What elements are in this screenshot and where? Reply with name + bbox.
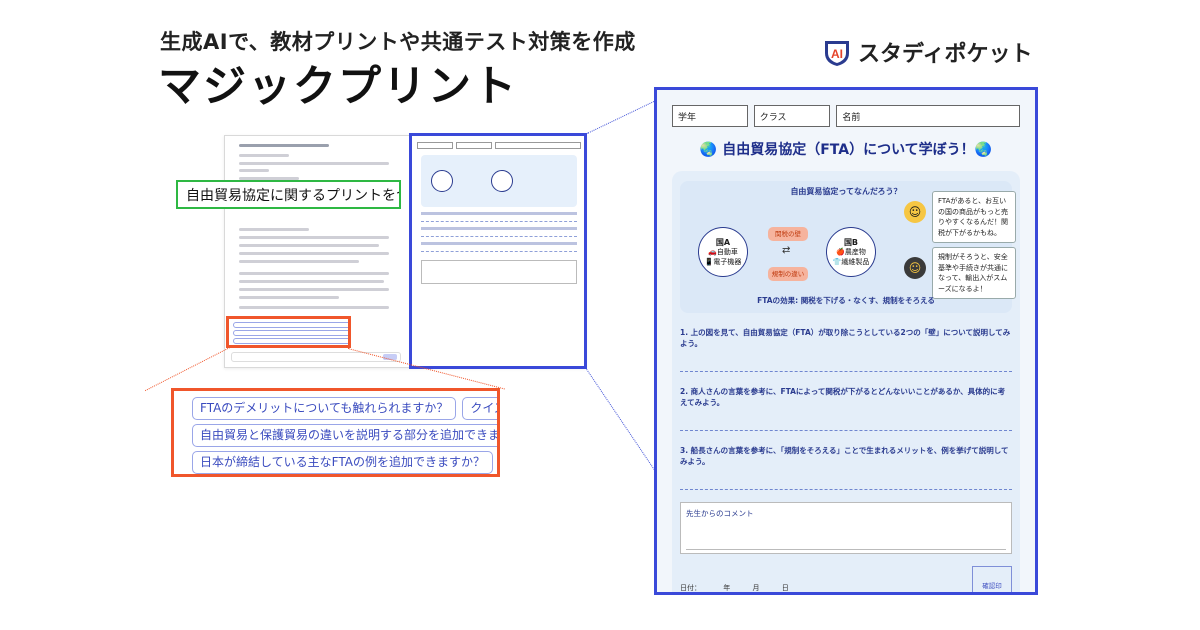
teacher-comment-box[interactable]: 先生からのコメント — [680, 502, 1012, 554]
country-b-item: 🍎農産物 — [836, 248, 866, 257]
confirmation-stamp-box: 確認印 — [972, 566, 1012, 592]
brand: AI スタディポケット — [822, 36, 1032, 68]
merchant-face-icon: ☺ — [904, 201, 926, 223]
prompt-input-text: 自由貿易協定に関するプリントをつくって — [186, 187, 399, 204]
answer-line-2[interactable] — [680, 430, 1012, 431]
fta-effect-caption: FTAの効果: 関税を下げる・なくす、規制をそろえる — [757, 296, 935, 305]
suggestion-chip[interactable]: FTAのデメリットについても触れられますか？ — [192, 397, 457, 420]
answer-line-3[interactable] — [680, 489, 1012, 490]
tariff-barrier-tag: 関税の壁 — [768, 227, 808, 241]
question-1: 1. 上の図を見て、自由貿易協定（FTA）が取り除こうとしている2つの「壁」につ… — [680, 328, 1011, 348]
prompt-input-callout[interactable]: 自由貿易協定に関するプリントをつくって — [176, 180, 401, 209]
worksheet-footer: 日付： 年 月 日 確認印 — [680, 566, 1012, 592]
country-b-item: 👕繊維製品 — [832, 257, 870, 266]
country-a-item: 📱電子機器 — [704, 257, 742, 266]
date-label: 日付： — [680, 584, 701, 592]
suggestions-callout: FTAのデメリットについても触れられますか？ クイズ形式の問題を1つ 自由貿易と… — [171, 388, 500, 477]
country-a-circle: 国A 🚗自動車 📱電子機器 — [698, 227, 748, 277]
worksheet: 学年 クラス 名前 🌏 自由貿易協定（FTA）について学ぼう！🌏 自由貿易協定っ… — [654, 87, 1038, 595]
country-a-name: 国A — [715, 238, 731, 247]
question-3: 3. 船長さんの言葉を参考に、「規制をそろえる」ことで生まれるメリットを、例を挙… — [680, 446, 1009, 466]
suggestion-highlight-frame — [226, 316, 351, 348]
fta-diagram: 自由貿易協定ってなんだろう？ 国A 🚗自動車 📱電子機器 関税の壁 ⇄ 規制の違… — [680, 181, 1016, 313]
worksheet-body: 自由貿易協定ってなんだろう？ 国A 🚗自動車 📱電子機器 関税の壁 ⇄ 規制の違… — [672, 171, 1020, 592]
date-year-label: 年 — [723, 584, 731, 592]
answer-line-1[interactable] — [680, 371, 1012, 372]
date-field[interactable]: 日付： 年 月 日 — [680, 583, 809, 592]
page-title: マジックプリント — [158, 62, 518, 112]
suggestion-chip[interactable]: 日本が締結している主なFTAの例を追加できますか？ — [192, 451, 493, 474]
date-month-label: 月 — [752, 584, 760, 592]
worksheet-title: 🌏 自由貿易協定（FTA）について学ぼう！🌏 — [699, 142, 993, 158]
worksheet-header-fields: 学年 クラス 名前 — [672, 105, 1020, 127]
country-a-item: 🚗自動車 — [708, 248, 738, 257]
exchange-arrows-icon: ⇄ — [782, 245, 791, 256]
date-day-label: 日 — [781, 584, 789, 592]
regulation-barrier-tag: 規制の違い — [768, 267, 808, 281]
country-b-circle: 国B 🍎農産物 👕繊維製品 — [826, 227, 876, 277]
svg-text:AI: AI — [831, 47, 843, 61]
country-b-name: 国B — [843, 238, 859, 247]
name-field[interactable]: 名前 — [836, 105, 1020, 127]
suggestion-chip[interactable]: 自由貿易と保護貿易の違いを説明する部分を追加できますか？ — [192, 424, 497, 447]
suggestion-chip[interactable]: クイズ形式の問題を1つ — [462, 397, 497, 420]
grade-field[interactable]: 学年 — [672, 105, 748, 127]
captain-face-icon: ☺ — [904, 257, 926, 279]
merchant-speech-bubble: FTAがあると、お互いの国の商品がもっと売りやすくなるんだ！関税が下がるかもね。 — [932, 191, 1016, 243]
teacher-comment-label: 先生からのコメント — [686, 509, 754, 518]
captain-speech-bubble: 規制がそろうと、安全基準や手続きが共通になって、輸出入がスムーズになるよ！ — [932, 247, 1016, 299]
studypocket-logo-icon: AI — [825, 41, 849, 66]
worksheet-highlight-frame — [409, 133, 587, 369]
mini-chat-input[interactable] — [231, 352, 401, 362]
brand-name: スタディポケット — [858, 42, 1033, 67]
connector-line — [144, 347, 230, 392]
class-field[interactable]: クラス — [753, 105, 831, 127]
question-2: 2. 商人さんの言葉を参考に、FTAによって関税が下がるとどんないいことがあるか… — [680, 387, 1006, 407]
